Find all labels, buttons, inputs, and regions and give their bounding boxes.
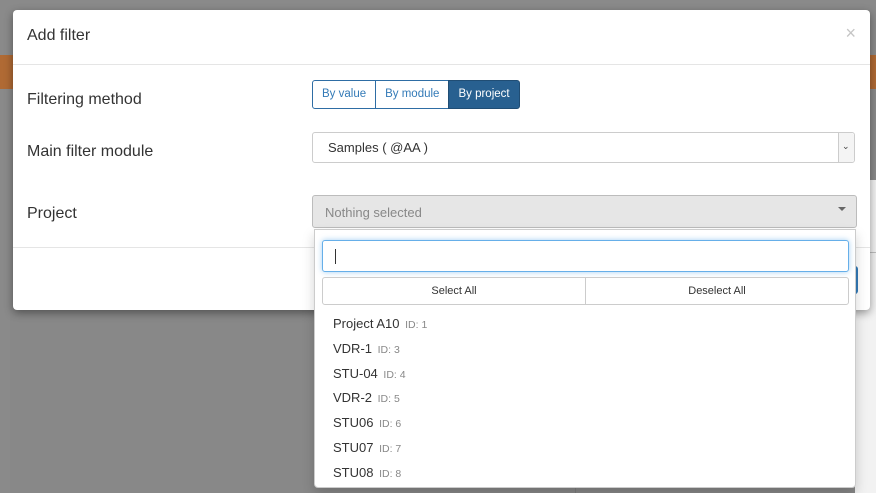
project-option[interactable]: VDR-2 ID: 5 [315, 386, 855, 411]
project-option-name: VDR-1 [333, 340, 373, 356]
project-option[interactable]: STU06 ID: 6 [315, 411, 855, 436]
project-option[interactable]: STU08 ID: 8 [315, 461, 855, 486]
by-module-button[interactable]: By module [375, 80, 450, 109]
project-options-list: Project A10 ID: 1 VDR-1 ID: 3 STU-04 ID:… [315, 312, 855, 486]
main-filter-module-label: Main filter module [27, 143, 154, 160]
project-select-placeholder: Nothing selected [325, 205, 422, 220]
select-spinner[interactable]: ⌄ [838, 133, 854, 162]
caret-down-icon [838, 207, 846, 211]
project-label: Project [27, 205, 77, 222]
main-filter-module-value: Samples ( @AA ) [328, 140, 428, 155]
project-option[interactable]: VDR-1 ID: 3 [315, 337, 855, 362]
project-option[interactable]: Project A10 ID: 1 [315, 312, 855, 337]
project-search-input[interactable] [322, 240, 849, 272]
main-filter-module-select[interactable]: Samples ( @AA ) ⌄ [312, 132, 855, 163]
close-icon[interactable]: × [845, 23, 856, 44]
project-option-name: STU08 [333, 464, 374, 480]
by-value-button[interactable]: By value [312, 80, 377, 109]
modal-header: Add filter × [13, 10, 870, 65]
chevron-updown-icon: ⌄ [842, 141, 850, 151]
filtering-method-toggle: By value By module By project [312, 80, 520, 109]
project-option-id: ID: 1 [405, 319, 428, 331]
project-option-name: STU06 [333, 415, 374, 431]
project-option[interactable]: STU07 ID: 7 [315, 436, 855, 461]
project-dropdown-menu: Select All Deselect All Project A10 ID: … [314, 229, 856, 488]
project-option-name: VDR-2 [333, 390, 373, 406]
project-option-name: Project A10 [333, 316, 400, 331]
project-select[interactable]: Nothing selected [312, 195, 857, 228]
project-option-id: ID: 8 [379, 467, 402, 480]
modal-title: Add filter [27, 27, 91, 44]
project-option-name: STU-04 [333, 365, 378, 381]
select-all-button[interactable]: Select All [322, 277, 586, 305]
project-option[interactable]: STU-04 ID: 4 [315, 362, 855, 387]
bulk-actions: Select All Deselect All [322, 277, 849, 305]
filtering-method-label: Filtering method [27, 91, 142, 108]
text-cursor [335, 249, 336, 264]
project-option-id: ID: 7 [379, 442, 402, 455]
project-option-id: ID: 6 [379, 418, 402, 431]
project-option-name: STU07 [333, 439, 374, 455]
by-project-button[interactable]: By project [448, 80, 520, 109]
project-option-id: ID: 3 [377, 343, 400, 356]
deselect-all-button[interactable]: Deselect All [585, 277, 849, 305]
project-option-id: ID: 4 [383, 368, 406, 381]
project-option-id: ID: 5 [377, 393, 400, 406]
